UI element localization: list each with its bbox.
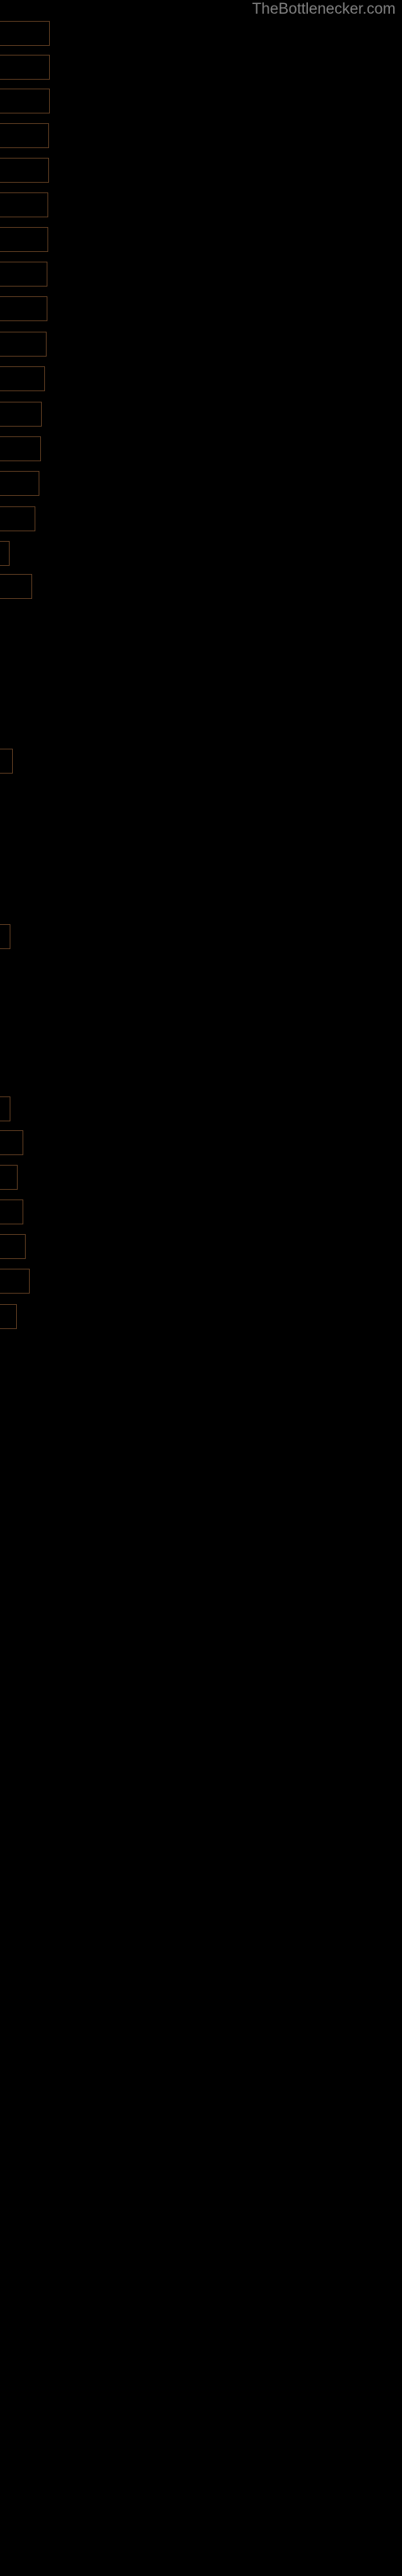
- bar-label: Bottleneck results for mobile: [3, 931, 10, 943]
- chart-bar: Bottleneck results for mobile: [0, 332, 47, 357]
- bar-label: Bottleneck results for mobile: [3, 164, 49, 176]
- chart-bar: Bottleneck results for mobile: [0, 366, 45, 391]
- bar-label: Bottleneck results for mobile: [3, 1137, 23, 1149]
- bar-label: Bottleneck results for mobile: [3, 443, 40, 455]
- chart-bar: Bottleneck results for mobile: [0, 89, 50, 114]
- bar-label: Bottleneck results for mobile: [3, 61, 50, 73]
- chart-bar: Bottleneck results for mobile: [0, 192, 48, 217]
- bar-label: Bottleneck results for mobile: [3, 130, 49, 142]
- bar-label: Bottleneck results for mobile: [3, 755, 12, 767]
- chart-bar: Bottleneck results for mobile: [0, 21, 50, 46]
- site-watermark: TheBottlenecker.com: [252, 1, 396, 18]
- chart-bar: Bottleneck results for mobile: [0, 55, 50, 80]
- chart-bar: Bottleneck results for mobile: [0, 1304, 17, 1329]
- chart-bar: Bottleneck results for mobile: [0, 402, 42, 427]
- bar-label: Bottleneck results for mobile: [3, 268, 47, 280]
- chart-bar: Bottleneck results for mobile: [0, 227, 48, 252]
- bar-label: Bottleneck results for mobile: [3, 1171, 17, 1183]
- chart-bar: Bottleneck results for mobile: [0, 471, 39, 496]
- bar-label: Bottleneck results for mobile: [3, 408, 41, 420]
- chart-bar: Bottleneck results for mobile: [0, 1199, 23, 1224]
- bar-label: Bottleneck results for mobile: [3, 233, 48, 246]
- bar-label: Bottleneck results for mobile: [3, 1241, 25, 1253]
- bar-label: Bottleneck results for mobile: [3, 27, 50, 39]
- bar-label: Bottleneck results for mobile: [3, 477, 39, 489]
- chart-bar: Bottleneck results for mobile: [0, 296, 47, 321]
- bar-chart: TheBottlenecker.com Bottleneck results f…: [0, 0, 402, 2576]
- bar-label: Bottleneck results for mobile: [3, 1103, 10, 1115]
- chart-bar: Bottleneck results for mobile: [0, 1269, 30, 1294]
- bar-label: Bottleneck results for mobile: [3, 373, 45, 385]
- bar-label: Bottleneck results for mobile: [3, 1311, 16, 1323]
- chart-bar: Bottleneck results for mobile: [0, 749, 13, 774]
- chart-bar: Bottleneck results for mobile: [0, 541, 10, 566]
- bar-label: Bottleneck results for mobile: [3, 580, 31, 592]
- chart-bar: Bottleneck results for mobile: [0, 1096, 10, 1121]
- bar-label: Bottleneck results for mobile: [3, 303, 47, 315]
- chart-bar: Bottleneck results for mobile: [0, 506, 35, 531]
- chart-bar: Bottleneck results for mobile: [0, 158, 49, 183]
- bar-label: Bottleneck results for mobile: [3, 338, 47, 350]
- chart-bar: Bottleneck results for mobile: [0, 1130, 23, 1155]
- bar-label: Bottleneck results for mobile: [3, 95, 50, 107]
- bar-label: Bottleneck results for mobile: [3, 513, 35, 525]
- chart-bar: Bottleneck results for mobile: [0, 1234, 26, 1259]
- bar-label: Bottleneck results for mobile: [3, 1275, 29, 1287]
- chart-bar: Bottleneck results for mobile: [0, 924, 10, 949]
- chart-bar: Bottleneck results for mobile: [0, 262, 47, 287]
- chart-bar: Bottleneck results for mobile: [0, 436, 41, 461]
- bar-label: Bottleneck results for mobile: [3, 1206, 23, 1218]
- bar-label: Bottleneck results for mobile: [3, 547, 10, 559]
- bar-label: Bottleneck results for mobile: [3, 199, 48, 211]
- chart-bar: Bottleneck results for mobile: [0, 123, 49, 148]
- chart-bar: Bottleneck results for mobile: [0, 574, 32, 599]
- chart-bar: Bottleneck results for mobile: [0, 1165, 18, 1190]
